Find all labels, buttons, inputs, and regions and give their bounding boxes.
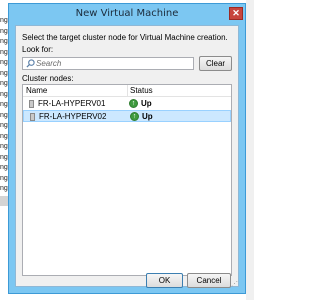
cluster-nodes-grid[interactable]: Name Status FR-LA-HYPERV01 ↑ Up FR-LA-HY… bbox=[22, 84, 232, 276]
dialog-title: New Virtual Machine bbox=[75, 8, 179, 19]
background-text-line: ng bbox=[0, 174, 8, 182]
close-button[interactable]: ✕ bbox=[229, 7, 243, 20]
up-arrow-icon: ↑ bbox=[129, 99, 138, 108]
background-text-line: ng bbox=[0, 27, 8, 35]
resize-grip[interactable]: ⋰ bbox=[231, 280, 238, 288]
node-name: FR-LA-HYPERV02 bbox=[39, 112, 107, 121]
new-vm-dialog: New Virtual Machine ✕ Select the target … bbox=[8, 3, 246, 294]
ok-button[interactable]: OK bbox=[146, 273, 183, 288]
background-text-line: ng bbox=[0, 143, 8, 150]
up-arrow-icon: ↑ bbox=[130, 112, 139, 121]
node-status: Up bbox=[141, 99, 152, 108]
search-icon bbox=[26, 59, 35, 68]
background-text-line: ng bbox=[0, 48, 8, 56]
background-text-line: ng bbox=[0, 122, 8, 129]
table-row[interactable]: FR-LA-HYPERV01 ↑ Up bbox=[23, 98, 231, 110]
title-bar[interactable]: New Virtual Machine ✕ bbox=[9, 4, 245, 24]
background-text-line: ng bbox=[0, 185, 8, 192]
instruction-text: Select the target cluster node for Virtu… bbox=[22, 33, 228, 42]
column-separator[interactable] bbox=[127, 85, 128, 96]
background-text-line: ng bbox=[0, 90, 8, 98]
grid-header: Name Status bbox=[23, 85, 231, 97]
background-text-line: ng bbox=[0, 153, 8, 161]
background-app-edge bbox=[246, 0, 254, 300]
background-text-line: ng bbox=[0, 111, 8, 119]
background-text-line: ng bbox=[0, 101, 8, 108]
dialog-body: Select the target cluster node for Virtu… bbox=[15, 25, 239, 288]
node-status: Up bbox=[142, 112, 153, 121]
cluster-nodes-label: Cluster nodes: bbox=[22, 74, 74, 83]
column-header-name[interactable]: Name bbox=[26, 86, 47, 95]
background-text-line: ng bbox=[0, 164, 8, 171]
search-input[interactable] bbox=[36, 58, 191, 69]
cancel-button[interactable]: Cancel bbox=[187, 273, 231, 288]
close-icon: ✕ bbox=[232, 8, 240, 18]
background-text-line: ng bbox=[0, 69, 8, 77]
background-text-line: ng bbox=[0, 59, 8, 66]
background-text-line: ng bbox=[0, 17, 8, 24]
background-text-line: ng bbox=[0, 132, 8, 140]
server-icon bbox=[29, 100, 34, 108]
node-name: FR-LA-HYPERV01 bbox=[38, 99, 106, 108]
search-field[interactable] bbox=[22, 57, 194, 70]
background-text-line: ng bbox=[0, 80, 8, 87]
table-row[interactable]: FR-LA-HYPERV02 ↑ Up bbox=[23, 110, 231, 122]
background-text-line: ng bbox=[0, 38, 8, 45]
clear-button[interactable]: Clear bbox=[199, 56, 232, 71]
server-icon bbox=[30, 113, 35, 121]
column-header-status[interactable]: Status bbox=[130, 86, 153, 95]
look-for-label: Look for: bbox=[22, 45, 54, 54]
